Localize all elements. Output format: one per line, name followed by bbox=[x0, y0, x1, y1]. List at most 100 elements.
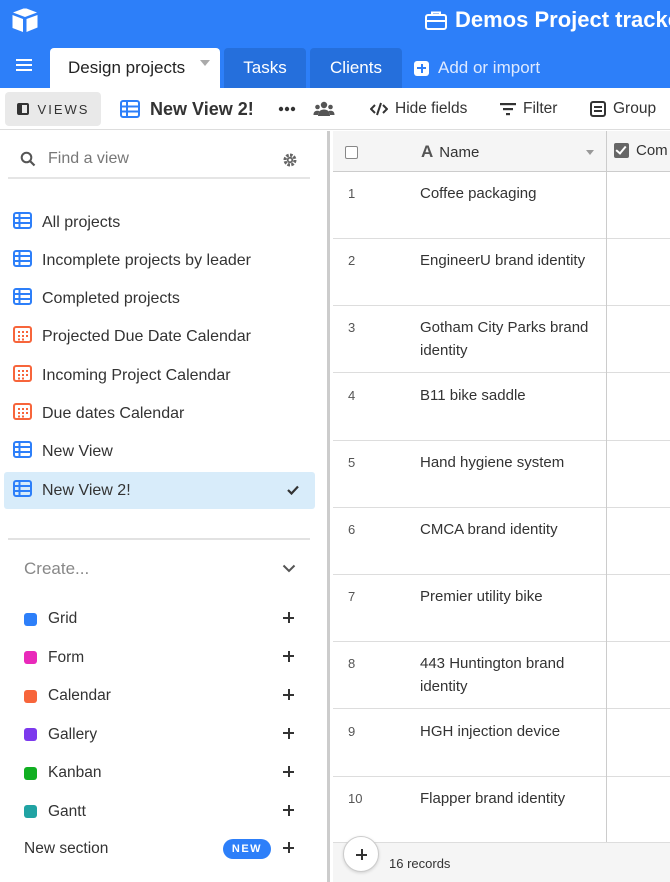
sidebar-view-item[interactable]: Incoming Project Calendar bbox=[4, 357, 315, 394]
plus-icon[interactable] bbox=[283, 727, 294, 739]
sidebar-view-item[interactable]: All projects bbox=[4, 204, 315, 241]
filter-button[interactable]: Filter bbox=[500, 88, 557, 130]
view-item-label: New View bbox=[42, 443, 113, 461]
calendar-icon bbox=[13, 403, 32, 420]
view-item-label: Incoming Project Calendar bbox=[42, 366, 231, 384]
sidebar-view-item[interactable]: Completed projects bbox=[4, 281, 315, 318]
column-menu-caret-icon[interactable] bbox=[586, 150, 594, 155]
tab-clients[interactable]: Clients bbox=[310, 48, 402, 88]
sidebar-view-item[interactable]: Due dates Calendar bbox=[4, 396, 315, 433]
hide-fields-button[interactable]: Hide fields bbox=[370, 88, 467, 130]
sidebar-view-item[interactable]: Projected Due Date Calendar bbox=[4, 319, 315, 356]
table-row[interactable]: 1 Coffee packaging bbox=[333, 172, 670, 239]
table-row[interactable]: 4 B11 bike saddle bbox=[333, 374, 670, 441]
tab-caret-icon[interactable] bbox=[200, 60, 210, 66]
add-plus-icon bbox=[414, 60, 429, 76]
tab-tasks[interactable]: Tasks bbox=[224, 48, 306, 88]
add-record-button[interactable] bbox=[343, 836, 379, 872]
view-more-button[interactable] bbox=[278, 88, 303, 130]
create-view-item[interactable]: Gantt bbox=[24, 797, 304, 827]
gear-icon[interactable] bbox=[282, 152, 298, 168]
hamburger-menu-icon[interactable] bbox=[14, 57, 34, 73]
grid-icon bbox=[13, 441, 32, 459]
table-row[interactable]: 3 Gotham City Parks brand identity bbox=[333, 306, 670, 374]
hide-fields-icon bbox=[370, 102, 388, 116]
plus-icon[interactable] bbox=[283, 689, 294, 700]
table-row[interactable]: 5 Hand hygiene system bbox=[333, 441, 670, 508]
sidebar-view-item[interactable]: Incomplete projects by leader bbox=[4, 242, 315, 279]
plus-icon[interactable] bbox=[283, 650, 294, 662]
filter-label: Filter bbox=[523, 100, 558, 117]
plus-icon[interactable] bbox=[283, 804, 294, 816]
record-name-cell[interactable]: B11 bike saddle bbox=[420, 384, 604, 407]
record-name-cell[interactable]: Flapper brand identity bbox=[420, 787, 604, 810]
name-column-header[interactable]: A Name bbox=[421, 142, 479, 162]
record-name-cell[interactable]: Hand hygiene system bbox=[420, 451, 604, 474]
create-view-item[interactable]: Grid bbox=[24, 604, 304, 634]
record-name-cell[interactable]: Coffee packaging bbox=[420, 182, 604, 205]
create-view-item[interactable]: Gallery bbox=[24, 720, 304, 750]
row-number: 1 bbox=[348, 186, 356, 201]
create-item-label: Kanban bbox=[48, 764, 102, 781]
view-item-label: All projects bbox=[42, 213, 121, 231]
table-row[interactable]: 6 CMCA brand identity bbox=[333, 508, 670, 575]
view-type-icon bbox=[24, 651, 37, 664]
record-name-cell[interactable]: EngineerU brand identity bbox=[420, 249, 604, 272]
create-view-item[interactable]: Form bbox=[24, 643, 304, 673]
plus-icon[interactable] bbox=[283, 766, 294, 777]
record-name-cell[interactable]: CMCA brand identity bbox=[420, 518, 604, 541]
create-view-item[interactable]: Calendar bbox=[24, 681, 304, 711]
sidebar-panel-icon bbox=[16, 103, 29, 115]
view-type-icon bbox=[24, 766, 37, 780]
grid-view-icon bbox=[120, 100, 140, 118]
collaborative-view-button[interactable] bbox=[313, 88, 342, 130]
views-label: VIEWS bbox=[37, 101, 90, 117]
column-divider bbox=[606, 131, 607, 882]
views-toggle-button[interactable]: VIEWS bbox=[5, 92, 101, 126]
record-name-cell[interactable]: HGH injection device bbox=[420, 720, 604, 743]
create-item-label: Gantt bbox=[48, 802, 86, 820]
airtable-logo-icon[interactable] bbox=[10, 6, 40, 34]
table-row[interactable]: 2 EngineerU brand identity bbox=[333, 239, 670, 307]
group-icon bbox=[590, 101, 606, 117]
table-row[interactable]: 9 HGH injection device bbox=[333, 710, 670, 777]
base-title[interactable]: Demos Project tracker bbox=[425, 7, 670, 33]
view-item-label: Completed projects bbox=[42, 290, 180, 308]
tab-design-projects[interactable]: Design projects bbox=[50, 48, 220, 88]
chevron-down-icon[interactable] bbox=[282, 564, 296, 573]
select-all-checkbox[interactable] bbox=[345, 146, 358, 159]
record-name-cell[interactable]: Premier utility bike bbox=[420, 585, 604, 608]
view-item-label: New View 2! bbox=[42, 481, 131, 499]
create-section-heading[interactable]: Create... bbox=[24, 559, 89, 579]
view-type-icon bbox=[13, 364, 32, 387]
new-section-item[interactable]: New section NEW bbox=[24, 834, 304, 864]
group-button[interactable]: Group bbox=[590, 88, 656, 130]
row-number: 8 bbox=[348, 656, 356, 672]
view-type-icon bbox=[13, 403, 32, 425]
plus-icon[interactable] bbox=[283, 612, 294, 623]
table-row[interactable]: 10 Flapper brand identity bbox=[333, 777, 670, 844]
find-view-input[interactable] bbox=[48, 150, 258, 168]
completed-column-header[interactable]: Com bbox=[614, 142, 668, 159]
views-sidebar: All projects Incomplete projects by leade… bbox=[0, 131, 330, 882]
view-type-icon bbox=[24, 689, 37, 703]
briefcase-icon bbox=[425, 11, 447, 30]
table-row[interactable]: 8 443 Huntington brand identity bbox=[333, 642, 670, 710]
create-item-label: Calendar bbox=[48, 687, 111, 704]
row-number: 3 bbox=[348, 320, 356, 336]
row-number: 9 bbox=[348, 723, 356, 739]
record-name-cell[interactable]: Gotham City Parks brand identity bbox=[420, 316, 604, 362]
view-toolbar: VIEWS New View 2! Hide fields Filter Gro… bbox=[0, 88, 670, 130]
add-or-import-button[interactable]: Add or import bbox=[414, 48, 540, 88]
view-type-icon bbox=[24, 728, 37, 741]
create-view-item[interactable]: Kanban bbox=[24, 758, 304, 788]
plus-icon[interactable] bbox=[283, 842, 294, 853]
sidebar-view-item[interactable]: New View bbox=[4, 434, 315, 471]
sidebar-view-item[interactable]: New View 2! bbox=[4, 472, 315, 510]
current-view-title[interactable]: New View 2! bbox=[120, 88, 254, 130]
table-row[interactable]: 7 Premier utility bike bbox=[333, 575, 670, 643]
grid-icon bbox=[13, 288, 32, 306]
view-type-icon bbox=[13, 326, 32, 348]
record-name-cell[interactable]: 443 Huntington brand identity bbox=[420, 652, 604, 698]
grid-icon bbox=[13, 211, 32, 229]
